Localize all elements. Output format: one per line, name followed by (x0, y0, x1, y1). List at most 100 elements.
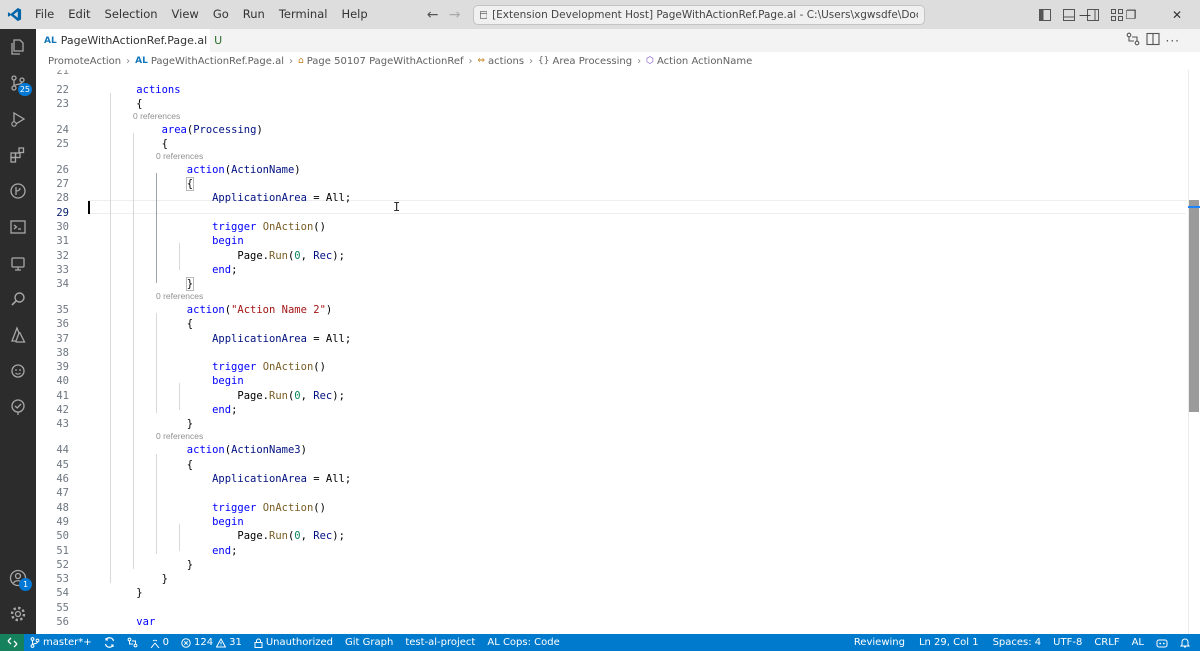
indentation-status[interactable]: Spaces: 4 (987, 634, 1048, 651)
source-control-icon[interactable]: 25 (0, 65, 36, 101)
ports-status[interactable]: 0 (144, 634, 175, 651)
code-line[interactable]: 51 end; (36, 544, 1186, 558)
code-line[interactable]: 29 (36, 206, 1186, 220)
code-line[interactable]: 33 end; (36, 263, 1186, 277)
codelens-references[interactable]: 0 references (156, 430, 203, 442)
code-line[interactable]: 25 { (36, 137, 1186, 151)
compare-status-icon[interactable] (121, 634, 144, 651)
breadcrumb-actions[interactable]: ⇔ actions (478, 56, 525, 67)
code-line[interactable]: 31 begin (36, 234, 1186, 248)
code-line[interactable]: 30 trigger OnAction() (36, 220, 1186, 234)
code-line[interactable]: 41 Page.Run(0, Rec); (36, 389, 1186, 403)
tab-pagewithactionref[interactable]: AL PageWithActionRef.Page.al U (36, 29, 222, 52)
code-line[interactable]: 49 begin (36, 515, 1186, 529)
explorer-icon[interactable] (0, 29, 36, 65)
project-status[interactable]: test-al-project (399, 634, 481, 651)
breadcrumb-action[interactable]: ⬡ Action ActionName (646, 56, 752, 67)
code-line[interactable]: 44 action(ActionName3) (36, 443, 1186, 457)
command-center[interactable]: [Extension Development Host] PageWithAct… (472, 4, 925, 25)
code-line[interactable]: 50 Page.Run(0, Rec); (36, 529, 1186, 543)
menu-file[interactable]: File (28, 0, 61, 29)
search-icon[interactable] (0, 281, 36, 317)
code-line[interactable]: 52} (36, 558, 1186, 572)
copilot-icon[interactable] (0, 353, 36, 389)
code-editor[interactable]: 21 22 actions 23 {24 area(Processing) 0 refer… (36, 70, 1200, 634)
code-line[interactable]: 26 action(ActionName) (36, 163, 1186, 177)
scrollbar-thumb[interactable] (1189, 200, 1199, 412)
code-line[interactable]: 28 ApplicationArea = All; (36, 191, 1186, 205)
code-line[interactable]: 53} (36, 572, 1186, 586)
more-actions-icon[interactable]: ··· (1166, 34, 1180, 48)
code-line[interactable]: 35 action("Action Name 2") (36, 303, 1186, 317)
code-line[interactable]: 39 trigger OnAction() (36, 360, 1186, 374)
remote-indicator-icon[interactable] (0, 634, 24, 651)
code-line[interactable]: 56 var (36, 615, 1186, 629)
menu-terminal[interactable]: Terminal (272, 0, 335, 29)
breadcrumb-file[interactable]: AL PageWithActionRef.Page.al (135, 56, 284, 67)
code-line[interactable]: 42 end; (36, 403, 1186, 417)
toggle-primary-sidebar-icon[interactable] (1034, 4, 1056, 26)
code-line[interactable]: 47 (36, 486, 1186, 500)
terminal-icon[interactable] (0, 209, 36, 245)
codelens-references[interactable]: 0 references (156, 150, 203, 162)
azure-icon[interactable] (0, 317, 36, 353)
code-line[interactable]: 40 begin (36, 374, 1186, 388)
restore-icon[interactable]: ❐ (1108, 0, 1154, 29)
code-line[interactable]: 43} (36, 417, 1186, 431)
git-graph-status[interactable]: Git Graph (339, 634, 399, 651)
code-line[interactable]: 23 { (36, 97, 1186, 111)
menu-view[interactable]: View (165, 0, 206, 29)
remote-explorer-icon[interactable] (0, 245, 36, 281)
menu-help[interactable]: Help (334, 0, 374, 29)
lock-icon (254, 638, 263, 648)
close-icon[interactable]: ✕ (1154, 0, 1200, 29)
code-line[interactable]: 24 area(Processing) (36, 123, 1186, 137)
code-line[interactable]: 45 { (36, 458, 1186, 472)
menu-go[interactable]: Go (206, 0, 236, 29)
code-line[interactable]: 36 { (36, 317, 1186, 331)
language-mode-status[interactable]: AL (1126, 634, 1150, 651)
al-cops-status[interactable]: AL Cops: Code (481, 634, 565, 651)
codelens-references[interactable]: 0 references (156, 290, 203, 302)
code-line[interactable]: 37 ApplicationArea = All; (36, 332, 1186, 346)
settings-gear-icon[interactable] (0, 596, 36, 632)
minimize-icon[interactable]: — (1062, 0, 1108, 29)
code-line[interactable]: 32 Page.Run(0, Rec); (36, 249, 1186, 263)
code-line[interactable]: 38 (36, 346, 1186, 360)
code-line[interactable]: 48 trigger OnAction() (36, 501, 1186, 515)
code-line[interactable]: 55 (36, 601, 1186, 615)
menu-edit[interactable]: Edit (61, 0, 97, 29)
forward-arrow-icon[interactable]: → (445, 5, 465, 25)
menu-selection[interactable]: Selection (98, 0, 165, 29)
codelens-references[interactable]: 0 references (133, 110, 180, 122)
git-graph-icon[interactable] (0, 173, 36, 209)
text-cursor (88, 201, 90, 214)
breadcrumb-area[interactable]: {} Area Processing (538, 56, 632, 67)
compare-changes-icon[interactable] (1126, 32, 1140, 49)
code-line[interactable]: 34} (36, 277, 1186, 291)
account-icon[interactable]: 1 (0, 560, 36, 596)
encoding-status[interactable]: UTF-8 (1047, 634, 1088, 651)
back-arrow-icon[interactable]: ← (423, 5, 443, 25)
branch-status[interactable]: master*+ (24, 634, 98, 651)
split-editor-icon[interactable] (1145, 32, 1160, 49)
reviewing-status[interactable]: Reviewing (848, 634, 911, 651)
vertical-scrollbar[interactable] (1188, 70, 1200, 634)
eol-status[interactable]: CRLF (1088, 634, 1125, 651)
code-line[interactable]: 22 actions (36, 83, 1186, 97)
run-debug-icon[interactable] (0, 101, 36, 137)
testing-icon[interactable] (0, 389, 36, 425)
breadcrumb-folder[interactable]: PromoteAction (48, 56, 121, 67)
extensions-icon[interactable] (0, 137, 36, 173)
auth-status[interactable]: Unauthorized (248, 634, 339, 651)
cursor-position-status[interactable]: Ln 29, Col 1 (911, 634, 987, 651)
sync-icon[interactable] (98, 634, 121, 651)
breadcrumb-page[interactable]: ⌂ Page 50107 PageWithActionRef (298, 56, 464, 67)
code-line[interactable]: 54} (36, 586, 1186, 600)
code-line[interactable]: 27 { (36, 177, 1186, 191)
notifications-bell-icon[interactable] (1174, 634, 1200, 651)
problems-status[interactable]: 124 31 (175, 634, 248, 651)
menu-run[interactable]: Run (236, 0, 272, 29)
code-line[interactable]: 46 ApplicationArea = All; (36, 472, 1186, 486)
copilot-status-icon[interactable] (1150, 634, 1174, 651)
